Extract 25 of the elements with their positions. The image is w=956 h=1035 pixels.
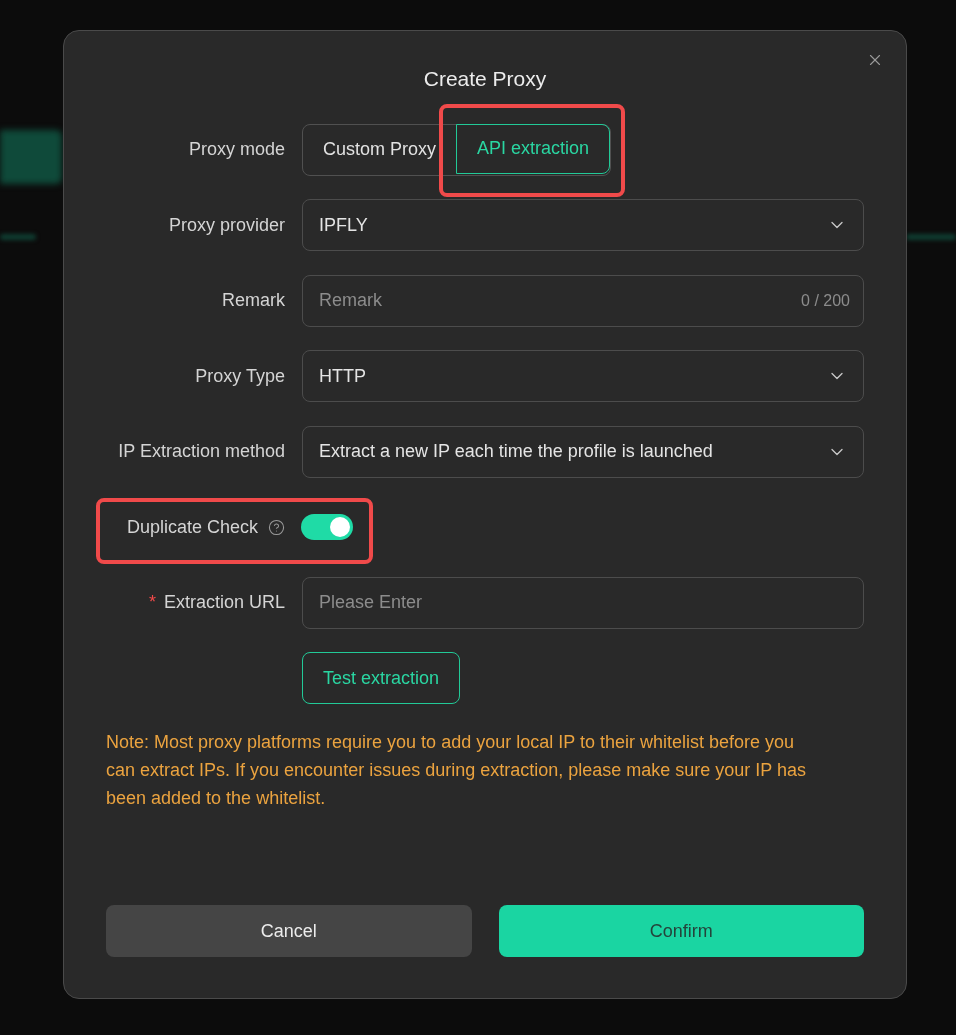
help-icon[interactable] bbox=[268, 518, 285, 536]
character-counter: 0 / 200 bbox=[801, 290, 850, 311]
dialog-title: Create Proxy bbox=[423, 66, 547, 92]
text-input[interactable]: Please Enter bbox=[302, 576, 864, 629]
field-label: Duplicate Check bbox=[126, 515, 258, 539]
field-label: Proxy Type bbox=[195, 364, 285, 388]
field-label: Extraction URL bbox=[163, 591, 285, 614]
segment-tab[interactable]: API extraction bbox=[456, 123, 611, 174]
note-text: Note: Most proxy platforms require you to add your local IP to their whitelist before you can extract IPs. If you encounter issues during extraction, please make sure your IP has been added to the whitelist. bbox=[106, 731, 808, 810]
field-label: IP Extraction method bbox=[118, 440, 285, 463]
field-label: Proxy provider bbox=[168, 213, 285, 237]
select-field[interactable]: Extract a new IP each time the profile is launched bbox=[302, 425, 864, 478]
cancel-button[interactable]: Cancel bbox=[106, 905, 472, 957]
select-field[interactable]: HTTP bbox=[302, 350, 864, 402]
blurred-background-shape bbox=[0, 130, 62, 184]
required-asterisk: * bbox=[148, 591, 156, 614]
test-extraction-button[interactable]: Test extraction bbox=[302, 652, 461, 704]
toggle-switch[interactable] bbox=[301, 514, 353, 540]
field-label: Proxy mode bbox=[188, 138, 285, 161]
field-label: Remark bbox=[222, 289, 285, 312]
confirm-button[interactable]: Confirm bbox=[498, 905, 864, 957]
blurred-background-shape bbox=[906, 234, 956, 240]
select-field[interactable]: IPFLY bbox=[302, 199, 864, 251]
blurred-background-shape bbox=[0, 234, 36, 240]
segment-tab[interactable]: Custom Proxy bbox=[303, 124, 457, 175]
